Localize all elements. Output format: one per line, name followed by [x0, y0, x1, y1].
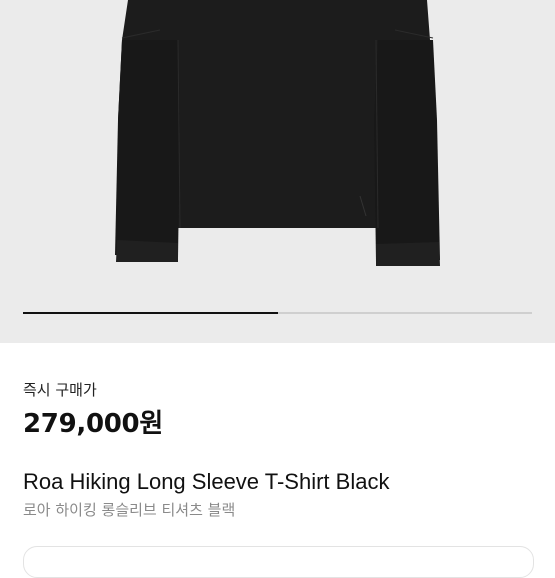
- product-image-area[interactable]: [0, 0, 555, 343]
- product-title: Roa Hiking Long Sleeve T-Shirt Black: [23, 469, 390, 494]
- gallery-progress-bar: [23, 312, 532, 314]
- product-subtitle: 로아 하이킹 롱슬리브 티셔츠 블랙: [23, 501, 236, 519]
- bottom-card[interactable]: [23, 546, 534, 578]
- product-image: [115, 0, 440, 266]
- price-label: 즉시 구매가: [23, 381, 97, 399]
- price-value: 279,000원: [23, 409, 163, 439]
- gallery-progress-fill: [23, 312, 278, 314]
